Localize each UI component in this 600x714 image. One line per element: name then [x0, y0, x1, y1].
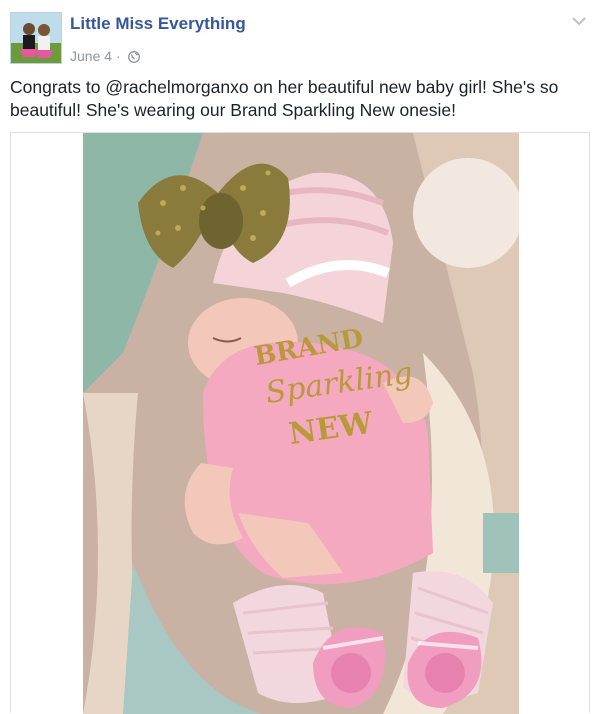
- page-avatar[interactable]: [10, 12, 62, 64]
- post-date[interactable]: June 4: [70, 48, 112, 64]
- photo-container[interactable]: BRAND Sparkling NEW: [10, 132, 590, 714]
- post-message: Congrats to @rachelmorganxo on her beaut…: [10, 77, 559, 120]
- page-name-link[interactable]: Little Miss Everything: [70, 14, 246, 34]
- post-meta: June 4 ·: [70, 48, 140, 66]
- post-photo[interactable]: BRAND Sparkling NEW: [83, 133, 519, 714]
- chevron-down-icon[interactable]: [570, 14, 588, 28]
- globe-icon[interactable]: [127, 50, 140, 66]
- feed-post: Little Miss Everything June 4 · Congrats…: [0, 0, 600, 714]
- meta-separator: ·: [115, 48, 121, 64]
- post-header: Little Miss Everything June 4 ·: [10, 10, 590, 64]
